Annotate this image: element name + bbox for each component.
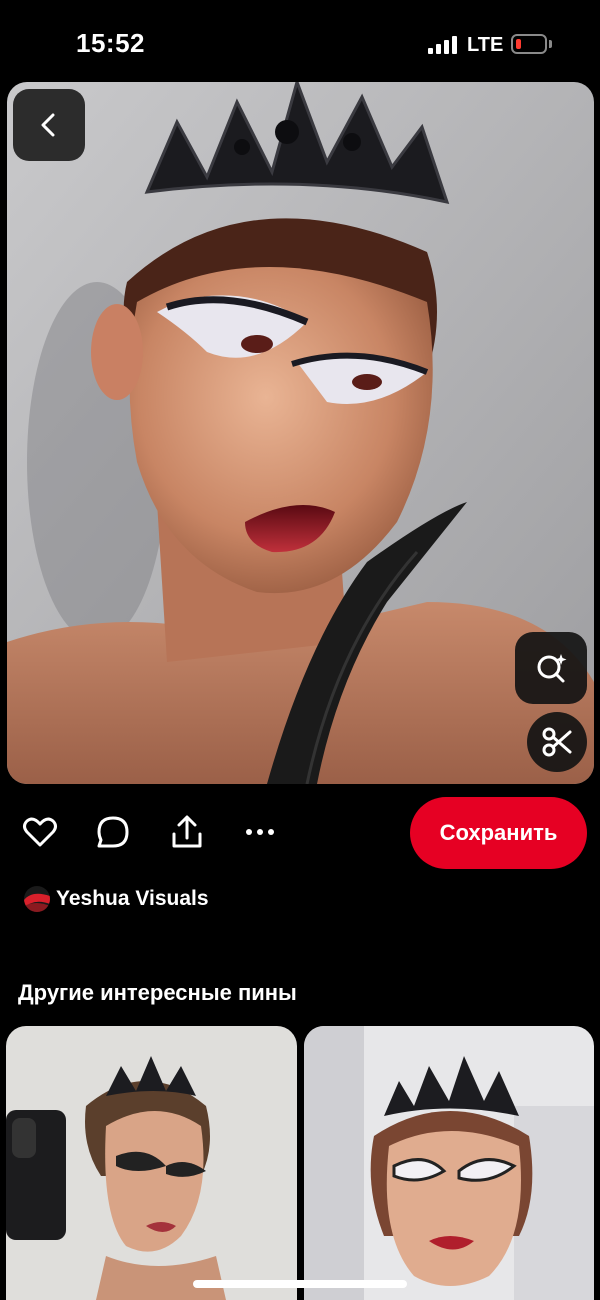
pin-photo xyxy=(7,82,594,784)
related-pin[interactable] xyxy=(6,1026,297,1300)
more-icon xyxy=(246,829,274,835)
status-time: 15:52 xyxy=(76,28,145,58)
visual-search-button[interactable] xyxy=(515,632,587,704)
back-button[interactable] xyxy=(13,89,85,161)
pin-action-bar: Сохранить xyxy=(0,796,600,872)
pin-thumbnail xyxy=(304,1026,594,1300)
more-options-button[interactable] xyxy=(240,812,280,852)
scissors-icon xyxy=(542,727,572,757)
signal-icon xyxy=(428,36,457,54)
related-pins-title: Другие интересные пины xyxy=(18,980,297,1005)
pin-author[interactable]: Yeshua Visuals xyxy=(24,884,209,914)
home-indicator[interactable] xyxy=(193,1280,407,1288)
like-button[interactable] xyxy=(20,812,60,852)
author-name: Yeshua Visuals xyxy=(56,887,209,910)
avatar xyxy=(24,886,50,912)
heart-icon xyxy=(23,817,57,847)
battery-cap xyxy=(549,40,552,48)
pin-image[interactable] xyxy=(7,82,594,784)
battery-icon xyxy=(511,34,547,54)
cutout-button[interactable] xyxy=(527,712,587,772)
pin-thumbnail xyxy=(6,1026,297,1300)
network-label: LTE xyxy=(467,34,504,56)
related-pin[interactable] xyxy=(304,1026,594,1300)
lens-search-icon xyxy=(537,654,567,683)
chevron-left-icon xyxy=(41,113,55,137)
status-bar: 15:52 LTE xyxy=(0,0,600,80)
comment-button[interactable] xyxy=(93,812,133,852)
save-button[interactable]: Сохранить xyxy=(410,797,587,869)
share-button[interactable] xyxy=(167,812,207,852)
share-icon xyxy=(172,815,202,848)
comment-icon xyxy=(97,816,129,848)
